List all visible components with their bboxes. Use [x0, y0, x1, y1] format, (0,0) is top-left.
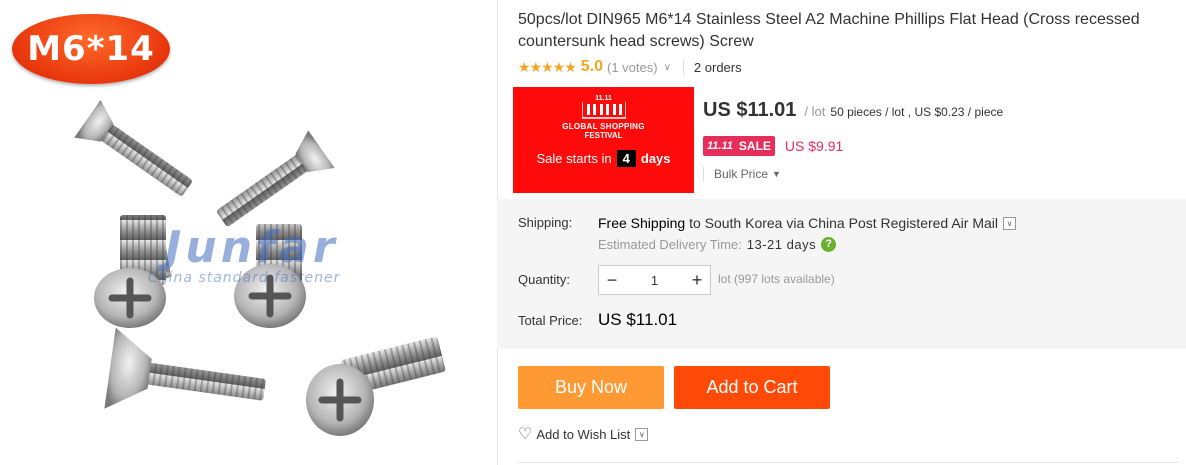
screw [104, 327, 266, 409]
watermark-text: Junfar [165, 222, 339, 273]
quantity-stepper[interactable]: − 1 + [598, 265, 711, 295]
shipping-destination[interactable]: to South Korea via China Post Registered… [689, 215, 998, 231]
buy-now-button[interactable]: Buy Now [518, 366, 664, 409]
festival-title-line1: GLOBAL SHOPPING [562, 122, 645, 131]
product-title: 50pcs/lot DIN965 M6*14 Stainless Steel A… [518, 11, 1140, 50]
shipping-label: Shipping: [518, 215, 573, 230]
watermark-subtext: China standard fastener [148, 270, 341, 286]
caret-down-icon[interactable]: ▼ [772, 169, 781, 179]
sale-badge-event: 11.11 [703, 136, 737, 156]
shipping-method[interactable]: Free Shipping to South Korea via China P… [598, 215, 1016, 231]
screw [306, 337, 446, 436]
current-price: US $11.01 [703, 99, 797, 121]
chevron-down-icon[interactable]: ∨ [1003, 216, 1016, 230]
rating-score: 5.0 [580, 58, 604, 75]
quantity-increase-button[interactable]: + [684, 270, 710, 291]
festival-logo-icon: 11.11 [580, 95, 627, 120]
add-to-wish-list[interactable]: ♡ Add to Wish List ∨ [518, 424, 649, 444]
rating-row: ★★★★★ 5.0 (1 votes) ∨ 2 orders [518, 58, 742, 76]
total-price-label: Total Price: [518, 313, 583, 328]
bulk-price-dropdown[interactable]: Bulk Price ▼ [703, 167, 781, 181]
divider [703, 167, 704, 181]
orders-count: 2 orders [693, 59, 742, 75]
quantity-input[interactable]: 1 [625, 273, 684, 288]
countdown-days-label: days [640, 151, 671, 166]
sale-price: US $9.91 [784, 138, 844, 154]
size-badge: M6*14 [12, 14, 170, 84]
countdown-days: 4 [616, 150, 636, 167]
help-icon[interactable]: ? [821, 237, 837, 252]
sale-price-row: 11.11 SALE US $9.91 [703, 136, 843, 156]
star-rating-icon: ★★★★★ [518, 58, 577, 75]
votes-link[interactable]: (1 votes) [607, 60, 658, 75]
free-shipping-text[interactable]: Free Shipping [598, 215, 685, 231]
divider [682, 59, 684, 75]
price-unit: / lot [804, 104, 826, 119]
quantity-decrease-button[interactable]: − [599, 270, 625, 291]
size-badge-label: M6*14 [27, 29, 155, 69]
sale-starts-label: Sale starts in [536, 151, 612, 166]
product-image-panel[interactable]: Junfar China standard fastener M6*14 [0, 0, 498, 465]
festival-promo-banner[interactable]: 11.11 GLOBAL SHOPPING FESTIVAL Sale star… [513, 87, 694, 193]
lots-available: lot (997 lots available) [718, 272, 835, 286]
total-price-value: US $11.01 [598, 310, 678, 329]
bulk-price-label[interactable]: Bulk Price [714, 167, 768, 181]
delivery-label: Estimated Delivery Time: [598, 237, 742, 252]
chevron-down-icon[interactable]: ∨ [635, 427, 649, 441]
divider [518, 462, 1179, 463]
wish-list-label[interactable]: Add to Wish List [536, 427, 630, 442]
delivery-value: 13-21 days [746, 237, 817, 252]
order-options-panel: Shipping: Free Shipping to South Korea v… [497, 199, 1186, 349]
price-row: US $11.01 / lot 50 pieces / lot , US $0.… [703, 99, 1003, 122]
festival-title-line2: FESTIVAL [584, 131, 623, 140]
screw [74, 99, 192, 196]
sale-badge-label: SALE [736, 136, 775, 156]
delivery-estimate: Estimated Delivery Time: 13-21 days ? [598, 237, 837, 252]
sale-countdown: Sale starts in 4 days [513, 150, 694, 167]
quantity-label: Quantity: [518, 272, 571, 287]
product-info-panel: 50pcs/lot DIN965 M6*14 Stainless Steel A… [497, 0, 1186, 465]
add-to-cart-button[interactable]: Add to Cart [674, 366, 830, 409]
heart-icon[interactable]: ♡ [518, 424, 532, 444]
price-detail: 50 pieces / lot , US $0.23 / piece [830, 105, 1004, 119]
sale-badge: 11.11 SALE [703, 136, 775, 156]
festival-logo-text: 11.11 [581, 95, 626, 102]
chevron-down-icon[interactable]: ∨ [664, 62, 671, 73]
